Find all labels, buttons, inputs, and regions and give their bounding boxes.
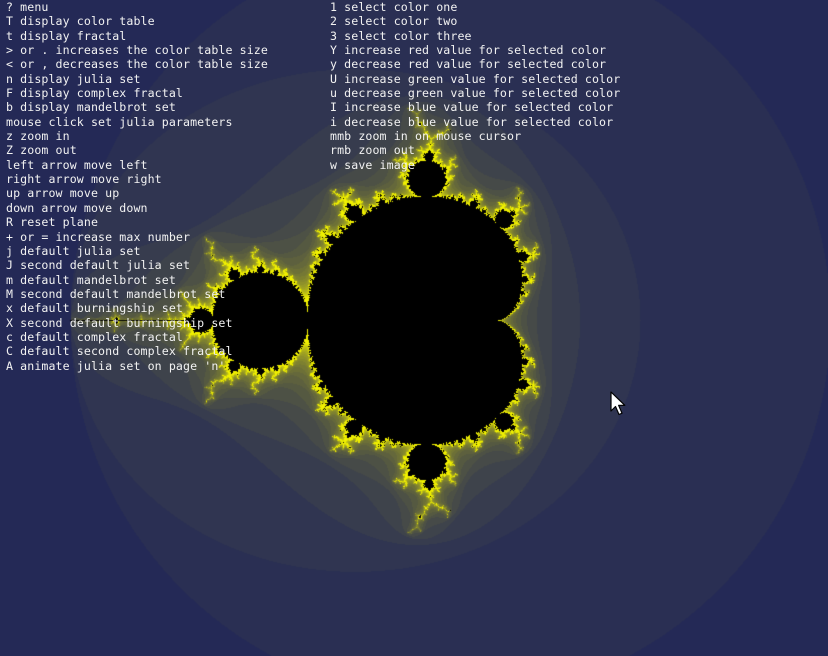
menu-line: b display mandelbrot set [6, 100, 176, 115]
menu-line: > or . increases the color table size [6, 43, 268, 58]
menu-line: up arrow move up [6, 186, 120, 201]
menu-line: + or = increase max number [6, 229, 191, 244]
menu-line: 2 select color two [330, 14, 458, 29]
menu-line: rmb zoom out [330, 143, 415, 158]
menu-line: t display fractal [6, 28, 127, 43]
menu-line: mouse click set julia parameters [6, 114, 233, 129]
key-menu-left-column: ? menu T display color table t display fra… [6, 0, 268, 373]
menu-line: w save image [330, 157, 415, 172]
menu-line: i decrease blue value for selected color [330, 114, 614, 129]
menu-line: R reset plane [6, 215, 99, 230]
menu-line: down arrow move down [6, 200, 148, 215]
menu-line: right arrow move right [6, 172, 162, 187]
menu-line: ? menu [6, 0, 49, 14]
menu-line: F display complex fractal [6, 86, 184, 101]
menu-line: U increase green value for selected colo… [330, 71, 621, 86]
key-menu-right-column: 1 select color one 2 select color two 3 se… [330, 0, 620, 172]
menu-line: J second default julia set [6, 258, 191, 273]
menu-line: j default julia set [6, 243, 141, 258]
menu-line: u decrease green value for selected colo… [330, 86, 621, 101]
menu-line: m default mandelbrot set [6, 272, 176, 287]
menu-line: x default burningship set [6, 301, 184, 316]
menu-line: Y increase red value for selected color [330, 43, 607, 58]
menu-line: Z zoom out [6, 143, 77, 158]
menu-line: mmb zoom in on mouse cursor [330, 129, 522, 144]
menu-line: C default second complex fractal [6, 344, 233, 359]
menu-line: M second default mandelbrot set [6, 286, 226, 301]
menu-line: left arrow move left [6, 157, 148, 172]
menu-line: c default complex fractal [6, 329, 184, 344]
fractal-viewer-window[interactable]: ? menu T display color table t display fra… [0, 0, 828, 656]
menu-line: A animate julia set on page 'n' [6, 358, 226, 373]
menu-line: n display julia set [6, 71, 141, 86]
menu-line: T display color table [6, 14, 155, 29]
menu-line: y decrease red value for selected color [330, 57, 607, 72]
menu-line: I increase blue value for selected color [330, 100, 614, 115]
menu-line: 3 select color three [330, 28, 472, 43]
menu-line: X second default burningship set [6, 315, 233, 330]
arrow-pointer-icon [610, 391, 626, 416]
menu-line: < or , decreases the color table size [6, 57, 268, 72]
menu-line: 1 select color one [330, 0, 458, 14]
menu-line: z zoom in [6, 129, 70, 144]
